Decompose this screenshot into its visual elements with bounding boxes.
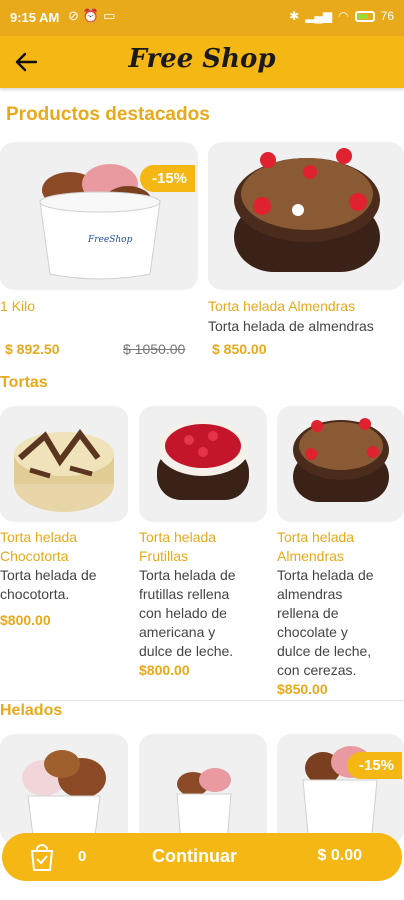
alarm-icon: ⏰ (82, 8, 100, 23)
battery-level: 76 (380, 9, 394, 23)
data-saver-icon: ⊘ (68, 8, 79, 23)
discount-badge: -15% (140, 165, 196, 192)
section-title-helados: Helados (0, 702, 63, 719)
ice-cream-tub-image (22, 750, 106, 844)
svg-text:FreeShop: FreeShop (87, 235, 133, 245)
featured-product-old-price: $ 1050.00 (123, 341, 186, 357)
torta-description-chocotorta: Torta helada de chocotorta. (0, 567, 97, 602)
ice-cream-tub-image (302, 746, 378, 844)
torta-price-frutillas: $800.00 (139, 662, 190, 678)
featured-product-description: Torta helada de almendras (208, 318, 374, 334)
featured-product-name[interactable]: 1 Kilo (0, 297, 35, 316)
cart-total: $ 0.00 (317, 847, 362, 864)
torta-name-almendras[interactable]: Torta helada Almendras (277, 528, 354, 566)
torta-name-frutillas[interactable]: Torta helada Frutillas (139, 528, 216, 566)
helado-image-3[interactable] (277, 734, 404, 844)
torta-price-almendras: $850.00 (277, 681, 328, 697)
continue-button[interactable]: Continuar (152, 846, 237, 867)
status-time: 9:15 AM (10, 10, 60, 25)
strawberry-cake-image (157, 420, 249, 500)
featured-product-price: $ 892.50 (5, 341, 60, 357)
ice-cream-tub-image (176, 768, 232, 844)
discount-badge: -15% (347, 752, 403, 779)
section-title-featured: Productos destacados (6, 104, 210, 125)
chocotorta-image (14, 428, 114, 512)
status-bar: 9:15 AM ⊘ ⏰ ▭ ✱ ▂▄▆ ◠ 76 (0, 0, 404, 36)
torta-name-chocotorta[interactable]: Torta helada Chocotorta (0, 528, 77, 566)
app-bar: Free Shop (0, 36, 404, 88)
torta-description-almendras: Torta helada de almendras rellena de cho… (277, 567, 374, 678)
torta-image-almendras[interactable] (277, 406, 404, 522)
shopping-bag-icon[interactable] (28, 842, 56, 872)
almond-cake-image (293, 418, 389, 502)
checkout-bar: 0 Continuar $ 0.00 (2, 833, 402, 881)
app-title: Free Shop (128, 44, 276, 74)
bluetooth-icon: ✱ (289, 9, 300, 23)
screen-icon: ▭ (103, 8, 116, 23)
helado-image-1[interactable] (0, 734, 128, 844)
torta-description-frutillas: Torta helada de frutillas rellena con he… (139, 567, 236, 659)
featured-product-name[interactable]: Torta helada Almendras (208, 297, 355, 316)
helado-image-2[interactable] (139, 734, 267, 844)
section-divider (0, 700, 404, 701)
signal-icon: ▂▄▆ (305, 9, 333, 23)
featured-product-image-almendras[interactable] (208, 142, 404, 290)
section-title-tortas: Tortas (0, 374, 48, 391)
battery-icon (354, 10, 375, 22)
torta-price-chocotorta: $800.00 (0, 612, 51, 628)
torta-image-frutillas[interactable] (139, 406, 267, 522)
torta-image-chocotorta[interactable] (0, 406, 128, 522)
wifi-icon: ◠ (338, 9, 349, 23)
almond-cake-image (234, 148, 380, 272)
featured-product-price: $ 850.00 (212, 341, 267, 357)
cart-item-count: 0 (78, 848, 87, 865)
